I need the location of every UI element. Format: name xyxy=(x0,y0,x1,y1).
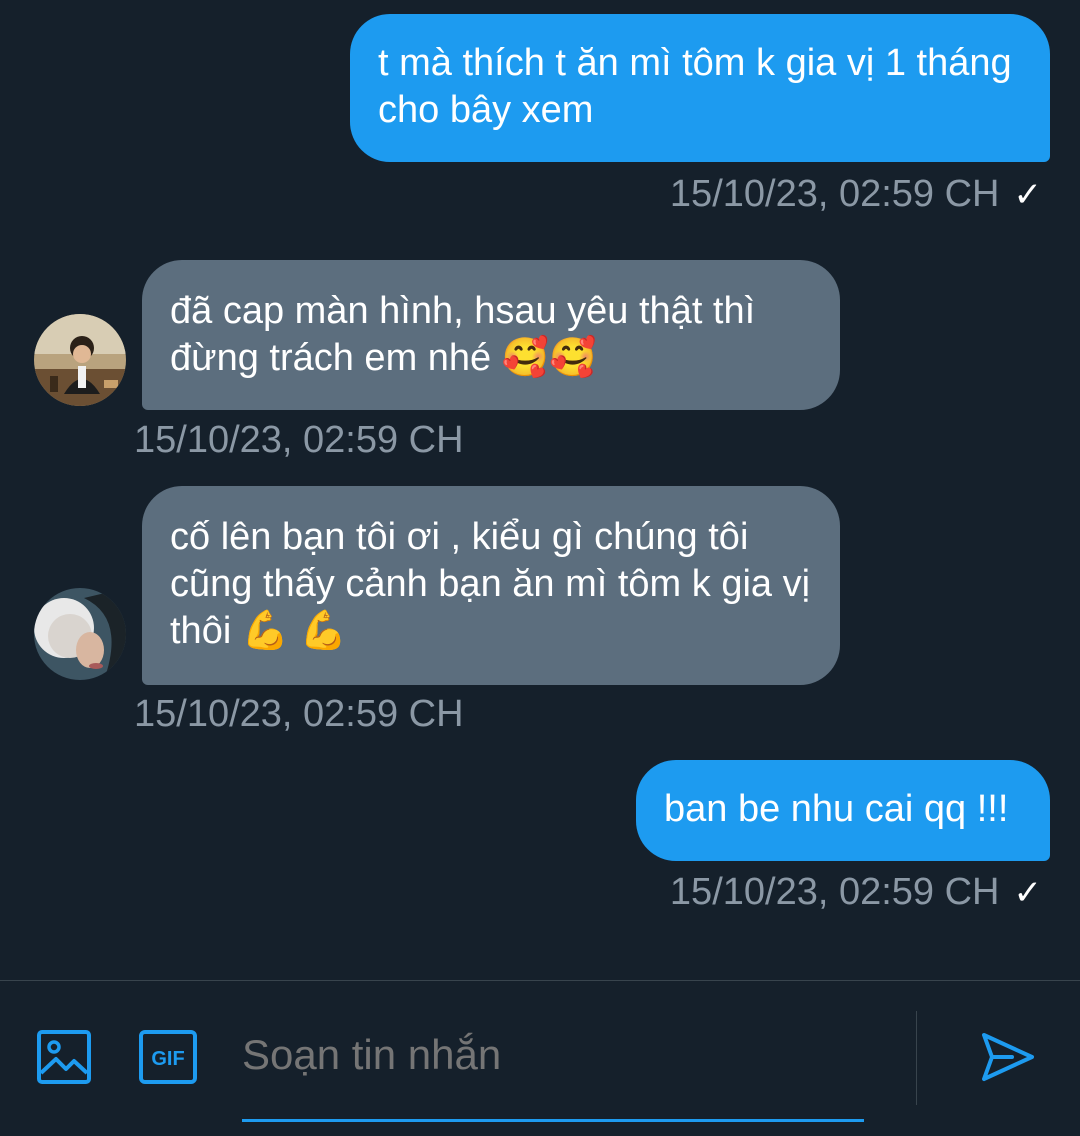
message-input[interactable] xyxy=(242,1025,862,1085)
message-text: cố lên bạn tôi ơi , kiểu gì chúng tôi cũ… xyxy=(170,516,811,652)
send-icon[interactable] xyxy=(978,1027,1038,1092)
outgoing-message-bubble[interactable]: ban be nhu cai qq !!! xyxy=(636,760,1050,861)
sent-check-icon: ✓ xyxy=(1013,874,1043,912)
timestamp-text: 15/10/23, 02:59 CH xyxy=(669,871,1000,913)
image-icon[interactable] xyxy=(36,1029,92,1090)
message-timestamp: 15/10/23, 02:59 CH xyxy=(134,418,464,462)
sender-avatar[interactable] xyxy=(34,588,126,680)
message-timestamp: 15/10/23, 02:59 CH xyxy=(134,692,464,736)
gif-label: GIF xyxy=(151,1048,184,1070)
sender-avatar[interactable] xyxy=(34,314,126,406)
timestamp-text: 15/10/23, 02:59 CH xyxy=(134,419,464,461)
message-timestamp: 15/10/23, 02:59 CH ✓ xyxy=(670,172,1042,217)
message-text: ban be nhu cai qq !!! xyxy=(664,788,1009,830)
incoming-message-bubble[interactable]: cố lên bạn tôi ơi , kiểu gì chúng tôi cũ… xyxy=(142,486,840,685)
message-list[interactable]: t mà thích t ăn mì tôm k gia vị 1 tháng … xyxy=(0,0,1080,980)
gif-button[interactable]: GIF xyxy=(138,1029,198,1090)
avatar-photo-1 xyxy=(34,314,126,406)
timestamp-text: 15/10/23, 02:59 CH xyxy=(669,173,1000,215)
input-underline xyxy=(242,1119,864,1122)
incoming-message-bubble[interactable]: đã cap màn hình, hsau yêu thật thì đừng … xyxy=(142,260,840,410)
message-text: t mà thích t ăn mì tôm k gia vị 1 tháng … xyxy=(378,42,1012,131)
message-composer: GIF xyxy=(0,980,1080,1136)
avatar-photo-2 xyxy=(34,588,126,680)
message-text: đã cap màn hình, hsau yêu thật thì đừng … xyxy=(170,290,756,379)
message-timestamp: 15/10/23, 02:59 CH ✓ xyxy=(670,870,1042,915)
composer-divider xyxy=(916,1011,917,1105)
outgoing-message-bubble[interactable]: t mà thích t ăn mì tôm k gia vị 1 tháng … xyxy=(350,14,1050,162)
sent-check-icon: ✓ xyxy=(1013,176,1043,214)
timestamp-text: 15/10/23, 02:59 CH xyxy=(134,693,464,735)
